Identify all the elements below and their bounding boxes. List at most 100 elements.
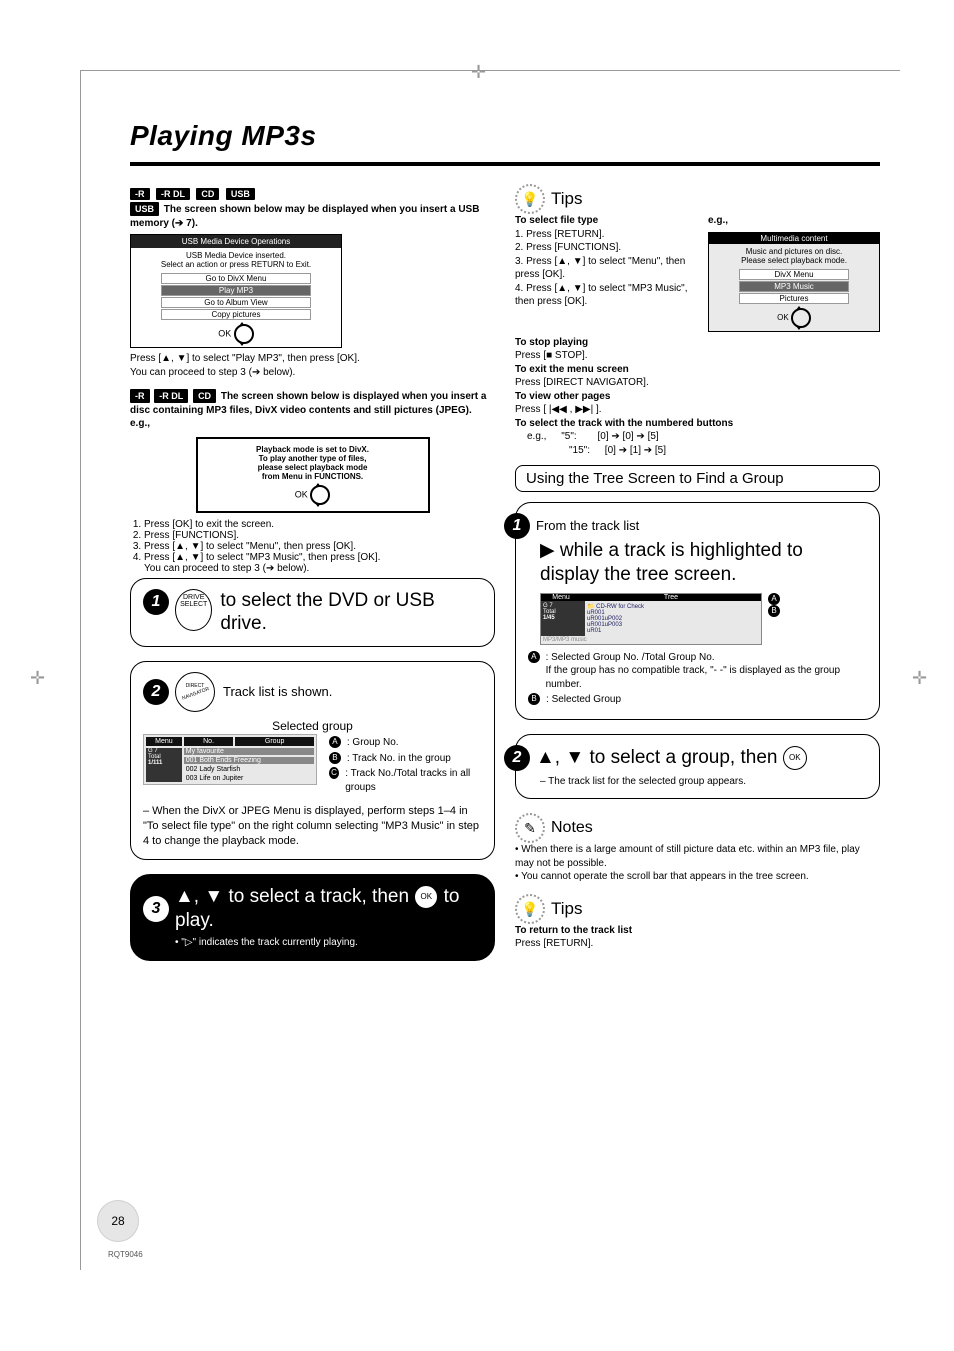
select-file-type-heading: To select file type xyxy=(515,215,598,226)
tree-step-2-box: 2 ▲, ▼ to select a group, then OK – The … xyxy=(515,734,880,800)
badge-cd: CD xyxy=(196,188,219,200)
notes-icon: ✎ xyxy=(515,813,545,843)
usb-note: USB The screen shown below may be displa… xyxy=(130,202,495,230)
mm-panel-row: DivX Menu xyxy=(739,269,849,280)
usb-panel-header: USB Media Device Operations xyxy=(131,235,341,248)
note-item: • When there is a large amount of still … xyxy=(515,843,880,870)
tips-heading: Tips xyxy=(551,899,583,919)
registration-mark-left: ✛ xyxy=(30,668,45,689)
usb-panel-row: Copy pictures xyxy=(161,309,311,320)
callout-a-icon: A xyxy=(329,736,341,748)
numbered-ex-key: "15": xyxy=(569,445,590,456)
pre-step: Press [OK] to exit the screen. xyxy=(144,519,495,530)
select-type-step: 4. Press [▲, ▼] to select "MP3 Music", t… xyxy=(515,283,688,308)
step-number-3: 3 xyxy=(143,896,169,922)
badge-cd: CD xyxy=(193,389,216,403)
tree-step-2-sub: – The track list for the selected group … xyxy=(540,775,867,789)
pre-steps-list: Press [OK] to exit the screen. Press [FU… xyxy=(130,519,495,574)
select-type-step: 1. Press [RETURN]. xyxy=(515,229,604,240)
document-id: RQT9046 xyxy=(108,1250,143,1259)
select-type-step: 2. Press [FUNCTIONS]. xyxy=(515,242,621,253)
playback-mode-dialog: Playback mode is set to DivX. To play an… xyxy=(196,437,430,513)
registration-mark-top: ✛ xyxy=(471,62,486,83)
select-type-step: 3. Press [▲, ▼] to select "Menu", then p… xyxy=(515,256,685,281)
crop-line-horizontal xyxy=(80,70,900,71)
step-1-text: to select the DVD or USB drive. xyxy=(220,589,482,637)
multimedia-content-panel: Multimedia content Music and pictures on… xyxy=(708,232,880,332)
other-pages-body: Press [ |◀◀ , ▶▶| ]. xyxy=(515,404,602,415)
ok-label: OK xyxy=(295,489,308,499)
ok-label: OK xyxy=(218,328,231,338)
page-number: 28 xyxy=(98,1201,138,1241)
track-list-table: MenuNo.Group G 7 Total 1/111 My favourit… xyxy=(143,734,317,785)
tips-heading: Tips xyxy=(551,189,583,209)
tree-step-1-box: 1 From the track list ▶ while a track is… xyxy=(515,502,880,720)
step-2-text: Track list is shown. xyxy=(223,683,332,701)
step-number-1: 1 xyxy=(143,589,169,615)
notes-heading: Notes xyxy=(551,819,593,837)
registration-mark-right: ✛ xyxy=(912,668,927,689)
badge-usb: USB xyxy=(226,188,255,200)
from-track-list: From the track list xyxy=(536,517,639,535)
stop-heading: To stop playing xyxy=(515,337,588,348)
step-2-note: – When the DivX or JPEG Menu is displaye… xyxy=(143,804,482,849)
direct-navigator-button[interactable]: DIRECTNAVIGATOR xyxy=(175,672,215,712)
other-pages-heading: To view other pages xyxy=(515,391,610,402)
tips-icon: 💡 xyxy=(515,894,545,924)
badge-rdl: -R DL xyxy=(154,389,188,403)
callout-b-icon: B xyxy=(768,605,780,617)
joystick-icon xyxy=(791,308,811,328)
page-title: Playing MP3s xyxy=(130,120,880,152)
dialog-text: Playback mode is set to DivX. To play an… xyxy=(198,445,428,481)
step-number-2: 2 xyxy=(143,679,169,705)
stop-body: Press [■ STOP]. xyxy=(515,350,588,361)
tree-section-title: Using the Tree Screen to Find a Group xyxy=(515,465,880,492)
usb-panel-row: Go to Album View xyxy=(161,297,311,308)
tree-step-2-text: ▲, ▼ to select a group, then OK xyxy=(536,746,807,770)
eg-label: e.g., xyxy=(708,214,880,228)
badge-usb-inline: USB xyxy=(130,202,159,216)
joystick-icon xyxy=(234,324,254,344)
pre-step: Press [▲, ▼] to select "MP3 Music", then… xyxy=(144,552,495,574)
joystick-icon xyxy=(310,485,330,505)
eg-label: e.g., xyxy=(130,417,495,431)
return-body: Press [RETURN]. xyxy=(515,938,593,949)
step-2-box: 2 DIRECTNAVIGATOR Track list is shown. S… xyxy=(130,661,495,860)
ok-label: OK xyxy=(777,313,789,322)
format-badges: -R -R DL CD USB xyxy=(130,184,495,202)
numbered-ex-val: [0] ➔ [0] ➔ [5] xyxy=(597,431,658,442)
eg-label: e.g., xyxy=(527,431,546,442)
ok-button[interactable]: OK xyxy=(414,885,438,909)
exit-body: Press [DIRECT NAVIGATOR]. xyxy=(515,377,649,388)
disc-note: -R -R DL CD The screen shown below is di… xyxy=(130,389,495,417)
numbered-ex-val: [0] ➔ [1] ➔ [5] xyxy=(605,445,666,456)
callout-b-icon: B xyxy=(329,752,341,764)
usb-panel-row-selected: Play MP3 xyxy=(161,285,311,296)
mm-panel-title: Multimedia content xyxy=(709,233,879,244)
mm-panel-row: Pictures xyxy=(739,293,849,304)
badge-r: -R xyxy=(130,188,150,200)
step-1-box: 1 DRIVE SELECT to select the DVD or USB … xyxy=(130,578,495,648)
exit-heading: To exit the menu screen xyxy=(515,364,629,375)
drive-select-button[interactable]: DRIVE SELECT xyxy=(175,589,212,631)
step-3-text: ▲, ▼ to select a track, then OK to play. xyxy=(175,885,482,933)
numbered-ex-key: "5": xyxy=(561,431,576,442)
crop-line-vertical xyxy=(80,70,81,1270)
usb-panel-sub: USB Media Device inserted. Select an act… xyxy=(131,248,341,272)
tips-icon: 💡 xyxy=(515,184,545,214)
return-heading: To return to the track list xyxy=(515,925,632,936)
step-3-foot: • "▷" indicates the track currently play… xyxy=(175,936,482,950)
step-number-2: 2 xyxy=(504,745,530,771)
tree-panel: MenuTree G 7Total1/45 📁 CD-RW for Check … xyxy=(540,593,762,645)
badge-rdl: -R DL xyxy=(156,188,190,200)
pre-step: Press [▲, ▼] to select "Menu", then pres… xyxy=(144,541,495,552)
callout-a-icon: A xyxy=(528,651,540,663)
numbered-heading: To select the track with the numbered bu… xyxy=(515,418,733,429)
mm-panel-row-selected: MP3 Music xyxy=(739,281,849,292)
step-3-box: 3 ▲, ▼ to select a track, then OK to pla… xyxy=(130,874,495,961)
callout-c-icon: C xyxy=(329,767,339,779)
step-number-1: 1 xyxy=(504,513,530,539)
note-item: • You cannot operate the scroll bar that… xyxy=(515,870,880,884)
selected-group-label: Selected group xyxy=(143,718,482,734)
ok-button[interactable]: OK xyxy=(783,746,807,770)
